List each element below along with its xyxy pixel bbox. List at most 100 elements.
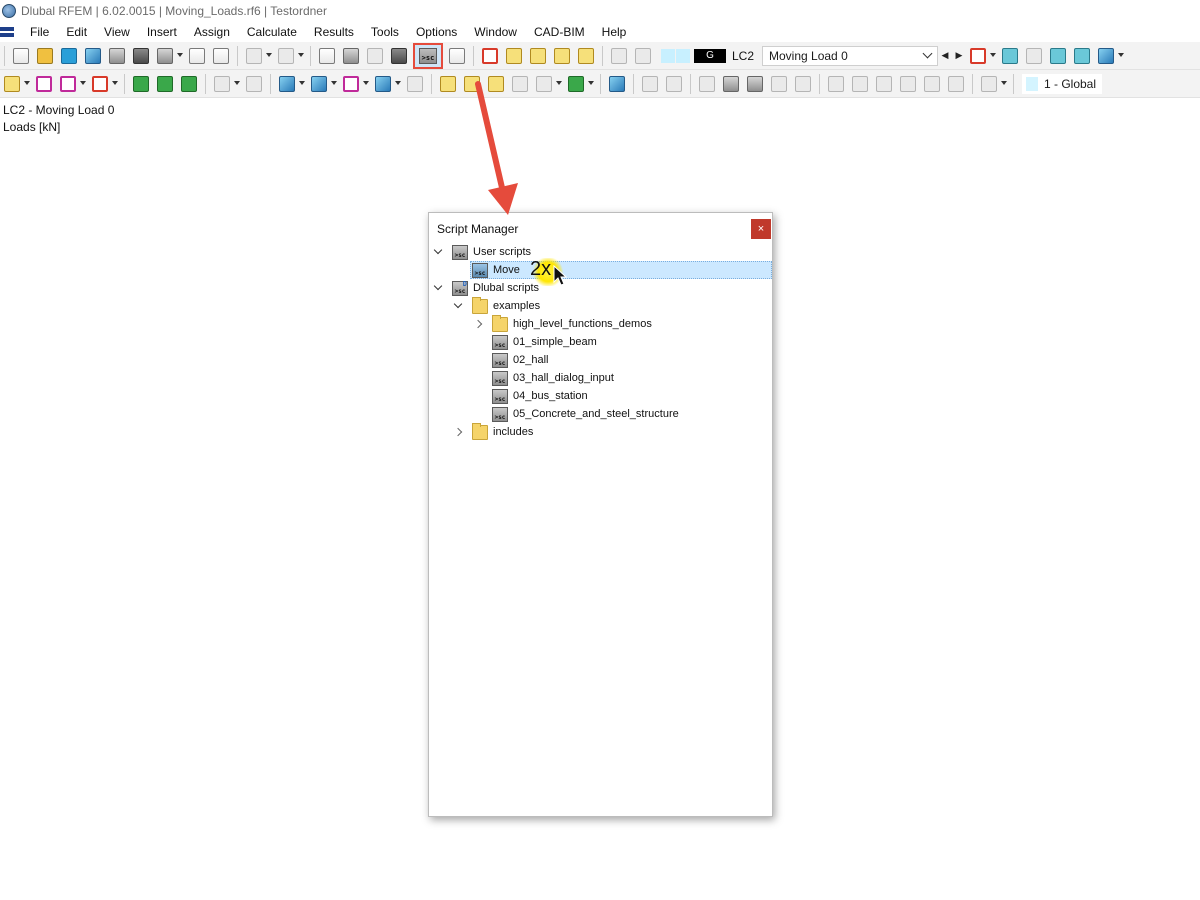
open-model-button[interactable] <box>34 45 56 67</box>
menu-calculate[interactable]: Calculate <box>239 22 306 42</box>
tree-node-user-scripts[interactable]: >sc User scripts <box>429 243 772 261</box>
menu-view[interactable]: View <box>96 22 139 42</box>
imposed-deformation-button[interactable] <box>533 73 562 95</box>
magnet-button[interactable] <box>639 73 661 95</box>
line-support-button[interactable] <box>154 73 176 95</box>
menu-options[interactable]: Options <box>408 22 466 42</box>
line-tool-button[interactable] <box>792 73 814 95</box>
filter-button[interactable] <box>606 73 628 95</box>
chevron-down-icon[interactable] <box>1001 80 1007 85</box>
surface-load-button[interactable] <box>509 73 531 95</box>
menu-tools[interactable]: Tools <box>363 22 408 42</box>
chevron-down-icon[interactable] <box>112 80 118 85</box>
mirror-button[interactable] <box>945 73 967 95</box>
block-manager-button[interactable] <box>446 45 468 67</box>
load-wizard-button[interactable] <box>565 73 594 95</box>
coordinates-button[interactable] <box>243 73 265 95</box>
chevron-down-icon[interactable] <box>24 80 30 85</box>
view-cube-button[interactable] <box>372 73 401 95</box>
distribute-button[interactable] <box>849 73 871 95</box>
solid-button[interactable] <box>720 73 742 95</box>
report-pages-button[interactable] <box>210 45 232 67</box>
menu-file[interactable]: File <box>22 22 58 42</box>
section-button[interactable] <box>276 73 305 95</box>
visibility-button[interactable] <box>308 73 337 95</box>
new-model-button[interactable] <box>10 45 32 67</box>
chevron-down-icon[interactable] <box>433 245 443 257</box>
tree-node-dlubal-scripts[interactable]: >sc Dlubal scripts <box>429 279 772 297</box>
previous-load-case-button[interactable]: ◀ <box>938 46 952 66</box>
chevron-down-icon[interactable] <box>453 299 463 311</box>
menu-help[interactable]: Help <box>594 22 636 42</box>
script-manager-button[interactable]: >sc <box>413 42 443 69</box>
menu-window[interactable]: Window <box>466 22 526 42</box>
chevron-down-icon[interactable] <box>363 80 369 85</box>
arrange-button[interactable] <box>873 73 895 95</box>
tree-node-high-level-functions[interactable]: high_level_functions_demos <box>429 314 772 333</box>
save-button[interactable] <box>130 45 152 67</box>
chevron-down-icon[interactable] <box>299 80 305 85</box>
move-button[interactable] <box>921 73 943 95</box>
object-snap-button[interactable] <box>527 45 549 67</box>
member-load-button[interactable] <box>461 73 483 95</box>
result-values-button[interactable] <box>1023 45 1045 67</box>
load-values-button[interactable] <box>1071 45 1093 67</box>
tables-button[interactable] <box>340 45 362 67</box>
print-button[interactable] <box>154 45 183 67</box>
coordinate-system-select[interactable]: 1 - Global <box>1022 73 1102 94</box>
chevron-down-icon[interactable] <box>234 80 240 85</box>
tree-item-move-script[interactable]: >sc Move <box>429 261 772 279</box>
box-button[interactable] <box>744 73 766 95</box>
new-member-button[interactable] <box>57 73 86 95</box>
nodal-load-button[interactable] <box>437 73 459 95</box>
new-line-button[interactable] <box>33 73 55 95</box>
clipping-box-button[interactable] <box>340 73 369 95</box>
load-case-select[interactable]: Moving Load 0 <box>762 45 939 66</box>
undo-button[interactable] <box>243 45 272 67</box>
redo-button[interactable] <box>275 45 304 67</box>
align-button[interactable] <box>825 73 847 95</box>
chevron-down-icon[interactable] <box>588 80 594 85</box>
next-load-case-button[interactable]: ▶ <box>952 46 966 66</box>
wave-button[interactable] <box>696 73 718 95</box>
render-button[interactable] <box>404 73 426 95</box>
model-archive-button[interactable] <box>106 45 128 67</box>
menu-assign[interactable]: Assign <box>186 22 239 42</box>
menu-cad-bim[interactable]: CAD-BIM <box>526 22 594 42</box>
measure-button[interactable] <box>978 73 1007 95</box>
tree-item-script[interactable]: >sc 05_Concrete_and_steel_structure <box>429 405 772 423</box>
rotate-button[interactable] <box>897 73 919 95</box>
dlubal-center-button[interactable] <box>58 45 80 67</box>
snap-button[interactable] <box>503 45 525 67</box>
delete-results-button[interactable] <box>967 45 997 67</box>
chevron-down-icon[interactable] <box>177 52 183 57</box>
properties-button[interactable] <box>364 45 386 67</box>
new-node-button[interactable] <box>1 73 30 95</box>
tree-node-includes[interactable]: includes <box>429 422 772 441</box>
web-service-button[interactable] <box>82 45 104 67</box>
chevron-down-icon[interactable] <box>1118 52 1125 57</box>
print-report-button[interactable] <box>186 45 208 67</box>
slab-button[interactable] <box>768 73 790 95</box>
view-mode-button[interactable] <box>1095 45 1125 67</box>
chevron-down-icon[interactable] <box>556 80 562 85</box>
previous-load-button[interactable] <box>608 45 630 67</box>
chevron-down-icon[interactable] <box>990 52 997 57</box>
chevron-right-icon[interactable] <box>453 427 463 437</box>
system-menu-icon[interactable] <box>0 27 14 37</box>
chevron-right-icon[interactable] <box>473 319 483 329</box>
tree-item-script[interactable]: >sc 02_hall <box>429 351 772 369</box>
menu-insert[interactable]: Insert <box>139 22 186 42</box>
surface-support-button[interactable] <box>178 73 200 95</box>
tree-node-examples[interactable]: examples <box>429 296 772 315</box>
chevron-down-icon[interactable] <box>331 80 337 85</box>
frame-button[interactable] <box>663 73 685 95</box>
chevron-down-icon[interactable] <box>298 52 304 57</box>
show-loads-button[interactable] <box>1047 45 1069 67</box>
grid-snap-button[interactable] <box>551 45 573 67</box>
new-polyline-button[interactable] <box>89 73 118 95</box>
tree-item-script[interactable]: >sc 03_hall_dialog_input <box>429 369 772 387</box>
tree-item-script[interactable]: >sc 01_simple_beam <box>429 333 772 351</box>
chevron-down-icon[interactable] <box>80 80 86 85</box>
show-results-button[interactable] <box>999 45 1021 67</box>
